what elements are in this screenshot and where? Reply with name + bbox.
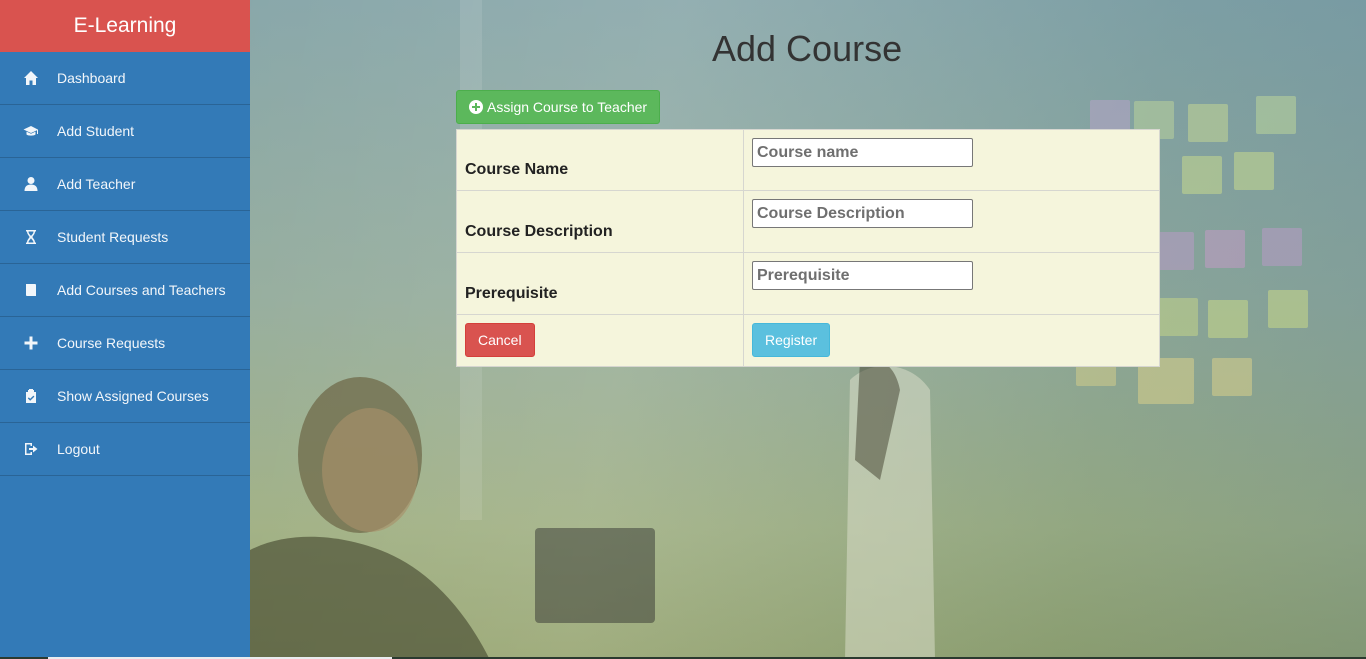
sticky-note bbox=[1268, 290, 1308, 328]
sidebar-item-logout[interactable]: Logout bbox=[0, 423, 250, 476]
form-row-course-description: Course Description bbox=[456, 190, 1160, 253]
hourglass-icon bbox=[22, 229, 40, 245]
register-button[interactable]: Register bbox=[752, 323, 831, 357]
sidebar-item-dashboard[interactable]: Dashboard bbox=[0, 52, 250, 105]
sticky-note bbox=[1208, 300, 1248, 338]
sidebar-item-label: Course Requests bbox=[57, 335, 166, 351]
laptop-image bbox=[535, 528, 655, 623]
main-content: Add Course Assign Course to Teacher Cour… bbox=[250, 0, 1366, 659]
course-name-label: Course Name bbox=[465, 161, 569, 178]
form-row-course-name: Course Name bbox=[456, 129, 1160, 191]
prerequisite-field-cell bbox=[743, 252, 1160, 315]
sidebar-item-add-teacher[interactable]: Add Teacher bbox=[0, 158, 250, 211]
person-silhouette bbox=[250, 377, 490, 659]
form-row-actions: Cancel Register bbox=[456, 314, 1160, 367]
person-silhouette bbox=[845, 360, 935, 659]
sticky-note bbox=[1262, 228, 1302, 266]
plus-icon bbox=[22, 335, 40, 351]
sidebar-item-label: Logout bbox=[57, 441, 100, 457]
course-name-field-cell bbox=[743, 129, 1160, 191]
sticky-note bbox=[1205, 230, 1245, 268]
sidebar-item-student-requests[interactable]: Student Requests bbox=[0, 211, 250, 264]
sticky-note bbox=[1212, 358, 1252, 396]
sidebar-item-show-assigned-courses[interactable]: Show Assigned Courses bbox=[0, 370, 250, 423]
page-title: Add Course bbox=[712, 28, 903, 69]
course-description-label-cell: Course Description bbox=[456, 190, 744, 253]
sidebar-item-label: Add Teacher bbox=[57, 176, 136, 192]
cancel-button[interactable]: Cancel bbox=[465, 323, 535, 357]
add-course-form: Course Name Course Description Prerequis… bbox=[456, 129, 1160, 367]
sidebar-item-add-courses-and-teachers[interactable]: Add Courses and Teachers bbox=[0, 264, 250, 317]
assign-course-to-teacher-button[interactable]: Assign Course to Teacher bbox=[456, 90, 661, 124]
course-name-input[interactable] bbox=[752, 138, 973, 167]
sidebar-item-course-requests[interactable]: Course Requests bbox=[0, 317, 250, 370]
sidebar: E-Learning Dashboard Add Student Add Tea… bbox=[0, 0, 250, 659]
brand-title[interactable]: E-Learning bbox=[0, 0, 250, 52]
sticky-note bbox=[1182, 156, 1222, 194]
sidebar-item-label: Show Assigned Courses bbox=[57, 388, 209, 404]
graduation-cap-icon bbox=[22, 123, 40, 139]
course-name-label-cell: Course Name bbox=[456, 129, 744, 191]
cancel-cell: Cancel bbox=[456, 314, 744, 367]
sidebar-item-label: Student Requests bbox=[57, 229, 169, 245]
sticky-note bbox=[1234, 152, 1274, 190]
prerequisite-label-cell: Prerequisite bbox=[456, 252, 744, 315]
sidebar-item-add-student[interactable]: Add Student bbox=[0, 105, 250, 158]
clipboard-icon bbox=[22, 388, 40, 404]
home-icon bbox=[22, 70, 40, 86]
plus-circle-icon bbox=[469, 100, 483, 114]
sidebar-item-label: Add Student bbox=[57, 123, 135, 139]
register-cell: Register bbox=[743, 314, 1160, 367]
sticky-note bbox=[1154, 232, 1194, 270]
course-description-field-cell bbox=[743, 190, 1160, 253]
prerequisite-label: Prerequisite bbox=[465, 285, 558, 302]
logout-icon bbox=[22, 441, 40, 457]
sidebar-item-label: Dashboard bbox=[57, 70, 126, 86]
prerequisite-input[interactable] bbox=[752, 261, 973, 290]
book-icon bbox=[22, 282, 40, 298]
course-description-input[interactable] bbox=[752, 199, 973, 228]
sticky-note bbox=[1256, 96, 1296, 134]
assign-course-label: Assign Course to Teacher bbox=[487, 99, 648, 115]
sticky-note bbox=[1188, 104, 1228, 142]
sticky-note bbox=[1158, 298, 1198, 336]
user-icon bbox=[22, 176, 40, 192]
course-description-label: Course Description bbox=[465, 223, 613, 240]
sidebar-item-label: Add Courses and Teachers bbox=[57, 282, 226, 298]
form-row-prerequisite: Prerequisite bbox=[456, 252, 1160, 315]
